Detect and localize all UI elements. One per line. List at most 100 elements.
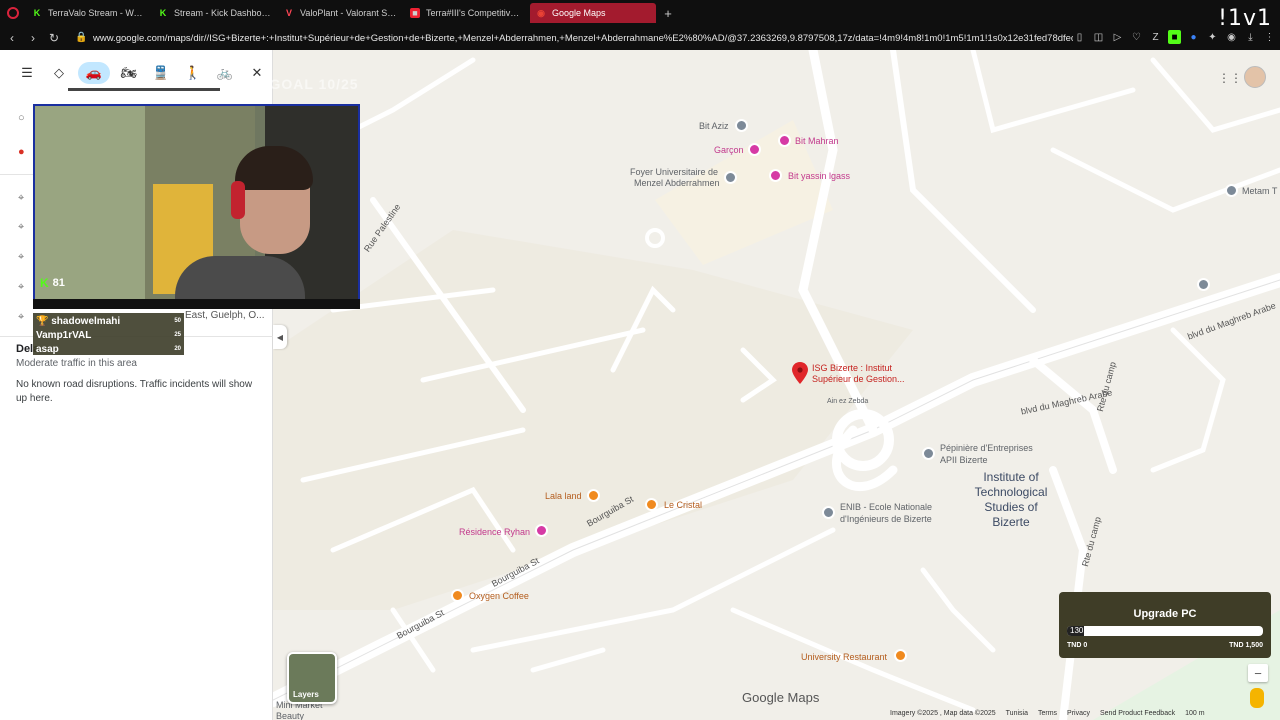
pegman-icon[interactable] <box>1250 688 1264 708</box>
best-route-icon[interactable]: ◇ <box>46 62 72 84</box>
place-label[interactable]: d'Ingénieurs de Bizerte <box>840 514 932 524</box>
destination-pin-icon: ● <box>18 146 25 158</box>
scale-label[interactable]: 100 m <box>1185 710 1204 717</box>
lodging-icon[interactable] <box>769 169 782 182</box>
layers-label: Layers <box>293 690 319 699</box>
destination-pin-icon[interactable] <box>792 362 808 384</box>
country-link[interactable]: Tunisia <box>1006 710 1028 717</box>
place-label[interactable]: Beauty <box>276 711 304 720</box>
cafe-icon[interactable] <box>451 589 464 602</box>
leaderboard-row: asap 20 <box>36 342 181 356</box>
walk-icon[interactable]: 🚶 <box>180 62 206 84</box>
recent-pin-icon[interactable]: ⌖ <box>18 221 30 233</box>
restaurant-icon[interactable] <box>894 649 907 662</box>
place-label[interactable]: ENIB - Ecole Nationale <box>840 502 932 512</box>
feedback-link[interactable]: Send Product Feedback <box>1100 710 1175 717</box>
recent-address[interactable]: East, Guelph, O... <box>185 310 264 321</box>
place-icon[interactable] <box>922 447 935 460</box>
place-label[interactable]: Pépinière d'Entreprises <box>940 443 1033 453</box>
tab-label: ValoPlant - Valorant Strat <box>300 8 398 18</box>
cafe-icon[interactable] <box>587 489 600 502</box>
place-label[interactable]: Bit Mahran <box>795 136 839 146</box>
url-field[interactable]: www.google.com/maps/dir//ISG+Bizerte+:+I… <box>93 33 1073 44</box>
place-label[interactable]: Lala land <box>545 491 582 501</box>
upgrade-pc-goal-widget: Upgrade PC 130 TND 0 TND 1,500 <box>1059 592 1271 658</box>
mode-underline <box>68 88 220 91</box>
place-label[interactable]: Oxygen Coffee <box>469 591 529 601</box>
place-label[interactable]: Supérieur de Gestion... <box>812 374 905 384</box>
layers-button[interactable]: Layers <box>287 652 337 704</box>
new-tab-button[interactable]: + <box>660 5 676 21</box>
place-label[interactable]: Metam T <box>1242 186 1277 196</box>
place-label-institute[interactable]: Institute of Technological Studies of Bi… <box>971 470 1051 530</box>
tab-competitive[interactable]: ■ Terra#III's Competitive M <box>404 3 530 23</box>
extension-z-icon[interactable]: Z <box>1149 30 1162 44</box>
opera-logo-icon[interactable] <box>0 0 26 26</box>
place-label[interactable]: Garçon <box>714 145 744 155</box>
motorcycle-icon[interactable]: 🏍 <box>116 62 142 84</box>
recent-pin-icon[interactable]: ⌖ <box>18 281 30 293</box>
bookmark-icon[interactable]: ▯ <box>1073 30 1086 44</box>
zoom-out-button[interactable]: − <box>1248 664 1268 682</box>
play-icon[interactable]: ▷ <box>1111 30 1124 44</box>
origin-dot-icon: ○ <box>18 112 25 124</box>
back-icon[interactable]: ‹ <box>3 29 21 47</box>
place-label[interactable]: Foyer Universitaire de <box>630 167 718 177</box>
apps-grid-icon[interactable]: ⋮⋮ <box>1218 71 1242 85</box>
place-icon[interactable] <box>724 171 737 184</box>
extension-green-icon[interactable]: ■ <box>1168 30 1181 44</box>
lodging-icon[interactable] <box>535 524 548 537</box>
place-icon[interactable] <box>735 119 748 132</box>
puzzle-icon[interactable]: ✦ <box>1206 30 1219 44</box>
camera-icon[interactable]: ◫ <box>1092 30 1105 44</box>
car-icon[interactable]: 🚗 <box>78 62 110 84</box>
privacy-link[interactable]: Privacy <box>1067 710 1090 717</box>
tab-valoplant[interactable]: V ValoPlant - Valorant Strat <box>278 3 404 23</box>
tab-google-maps[interactable]: ◉ Google Maps <box>530 3 656 23</box>
menu-icon[interactable]: ☰ <box>14 62 40 84</box>
place-label[interactable]: ISG Bizerte : Institut <box>812 363 892 373</box>
reload-icon[interactable]: ↻ <box>45 29 63 47</box>
extension-icons: ▯ ◫ ▷ ♡ Z ■ ● ✦ ◉ ⤓ ⋮ <box>1073 30 1276 44</box>
area-label: Ain ez Zebda <box>827 398 869 405</box>
cafe-icon[interactable] <box>645 498 658 511</box>
place-icon[interactable] <box>1225 184 1238 197</box>
goal-current-value: 130 <box>1070 626 1084 635</box>
place-label[interactable]: Bit yassin lgass <box>788 171 850 181</box>
viewer-count: K 81 <box>40 276 65 290</box>
place-label[interactable]: Bit Aziz <box>699 121 729 131</box>
tab-kick-dashboard[interactable]: K Stream - Kick Dashboard <box>152 3 278 23</box>
tab-label: Terra#III's Competitive M <box>426 8 524 18</box>
place-icon[interactable] <box>822 506 835 519</box>
account-area: ⋮⋮ <box>1218 66 1266 88</box>
goal-title: Upgrade PC <box>1133 608 1197 620</box>
recent-pin-icon[interactable]: ⌖ <box>18 251 30 263</box>
google-maps-logo: Google Maps <box>742 690 820 705</box>
profile-icon[interactable]: ◉ <box>1225 30 1238 44</box>
recent-pin-icon[interactable]: ⌖ <box>18 311 30 323</box>
place-icon[interactable] <box>1197 278 1210 291</box>
recent-pin-icon[interactable]: ⌖ <box>18 192 30 204</box>
download-icon[interactable]: ⤓ <box>1244 30 1257 44</box>
leaderboard-name: Vamp1rVAL <box>36 329 92 341</box>
address-bar: ‹ › ↻ 🔒 www.google.com/maps/dir//ISG+Biz… <box>0 26 1280 50</box>
place-label[interactable]: Menzel Abderrahmen <box>634 178 720 188</box>
lodging-icon[interactable] <box>748 143 761 156</box>
transit-icon[interactable]: 🚆 <box>148 62 174 84</box>
collapse-panel-button[interactable]: ◀ <box>273 325 287 349</box>
place-label[interactable]: Résidence Ryhan <box>459 527 530 537</box>
extension-blue-icon[interactable]: ● <box>1187 30 1200 44</box>
menu-icon[interactable]: ⋮ <box>1263 30 1276 44</box>
place-label[interactable]: Le Cristal <box>664 500 702 510</box>
place-label[interactable]: APII Bizerte <box>940 455 988 465</box>
tab-label: Stream - Kick Dashboard <box>174 8 272 18</box>
heart-icon[interactable]: ♡ <box>1130 30 1143 44</box>
tab-terravalo-stream[interactable]: K TerraValo Stream - Watch <box>26 3 152 23</box>
forward-icon[interactable]: › <box>24 29 42 47</box>
lodging-icon[interactable] <box>778 134 791 147</box>
avatar[interactable] <box>1244 66 1266 88</box>
kick-icon: K <box>40 276 49 290</box>
attribution-text: Imagery ©2025 , Map data ©2025 <box>890 710 996 717</box>
terms-link[interactable]: Terms <box>1038 710 1057 717</box>
place-label[interactable]: University Restaurant <box>801 652 887 662</box>
